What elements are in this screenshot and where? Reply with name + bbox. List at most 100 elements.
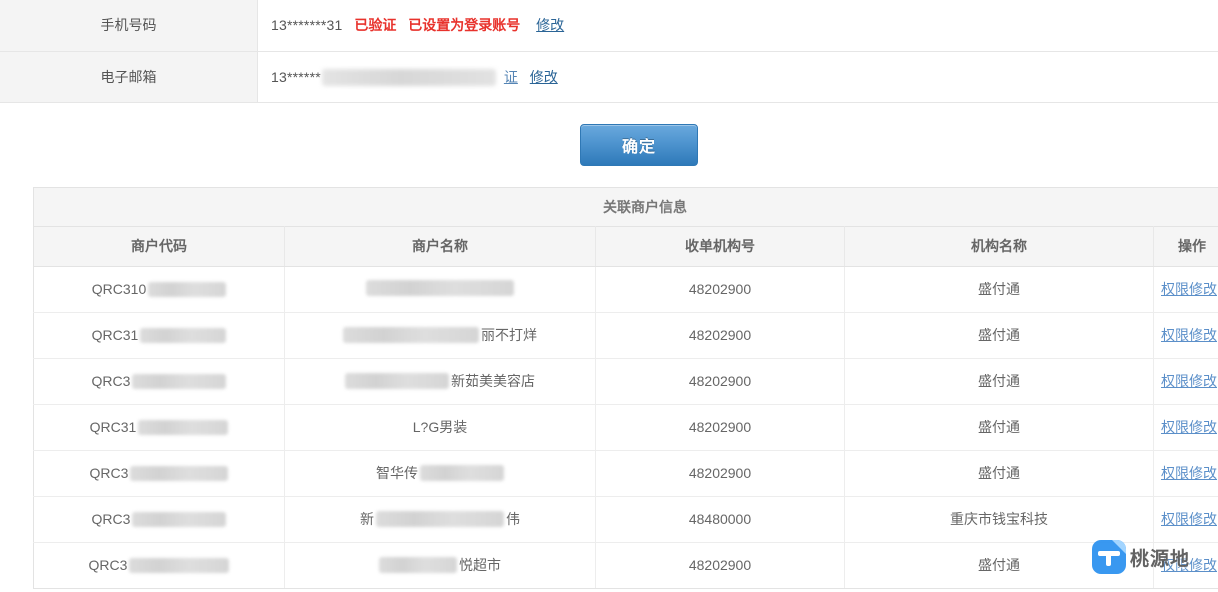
merchant-name-value: 新茹美美容店 [345, 371, 535, 391]
email-edit-link[interactable]: 修改 [530, 69, 558, 85]
merchant-code-redacted-block [140, 327, 227, 343]
merchant-code-value: QRC3 [89, 557, 230, 573]
merchant-table-caption: 关联商户信息 [33, 186, 1218, 226]
watermark-text: 桃源地 [1130, 548, 1191, 570]
phone-verified-badge: 已验证 [354, 17, 397, 34]
phone-edit-link[interactable]: 修改 [536, 17, 564, 33]
cell-action: 权限修改 [1153, 358, 1218, 405]
cell-merchant-name: L?G男装 [284, 404, 596, 451]
merchant-name-value: 悦超市 [379, 555, 501, 575]
merchant-code-redacted-block [129, 557, 230, 573]
permission-edit-link[interactable]: 权限修改 [1161, 281, 1217, 297]
cell-merchant-name: 新伟 [284, 496, 596, 543]
email-masked-value: 13****** [271, 68, 321, 85]
cell-acquirer-no: 48202900 [595, 404, 845, 451]
cell-org-name: 盛付通 [844, 404, 1154, 451]
merchant-name-suffix: 丽不打烊 [481, 326, 537, 343]
merchant-code-prefix: QRC310 [91, 281, 147, 297]
merchant-table: 关联商户信息 商户代码 商户名称 收单机构号 机构名称 操作 QRC310 482… [33, 186, 1218, 589]
cell-merchant-code: QRC310 [33, 266, 285, 313]
cell-acquirer-no: 48202900 [595, 266, 845, 313]
column-header-action: 操作 [1153, 225, 1218, 267]
permission-edit-link[interactable]: 权限修改 [1161, 419, 1217, 435]
merchant-name-redacted-block [420, 465, 504, 481]
phone-masked-value: 13*******31 [271, 17, 343, 34]
email-redacted-block [321, 69, 496, 87]
cell-action: 权限修改 [1153, 404, 1218, 451]
merchant-code-value: QRC3 [90, 465, 229, 481]
table-row: QRC3 智华传 48202900 盛付通 权限修改 [33, 450, 1218, 497]
cell-action: 权限修改 [1153, 312, 1218, 359]
cell-merchant-name: 新茹美美容店 [284, 358, 596, 405]
cell-merchant-name: 智华传 [284, 450, 596, 497]
cell-acquirer-no: 48202900 [595, 542, 845, 589]
cell-acquirer-no: 48202900 [595, 450, 845, 497]
merchant-code-prefix: QRC31 [91, 327, 139, 343]
column-header-merchant-code: 商户代码 [33, 225, 285, 267]
account-info-row-phone: 手机号码 13*******31 已验证 已设置为登录账号 修改 [0, 0, 1218, 52]
column-header-merchant-name: 商户名称 [284, 225, 596, 267]
merchant-name-value [366, 279, 514, 296]
cell-org-name: 盛付通 [844, 312, 1154, 359]
merchant-name-redacted-block [376, 511, 504, 527]
merchant-name-prefix: 新 [360, 511, 374, 527]
merchant-name-value: L?G男装 [413, 417, 467, 437]
confirm-button[interactable]: 确定 [580, 123, 698, 166]
cell-org-name: 盛付通 [844, 266, 1154, 313]
merchant-name-redacted-block [343, 326, 479, 343]
merchant-code-redacted-block [132, 373, 227, 389]
watermark-logo-tstem [1106, 553, 1111, 566]
merchant-name-redacted-block [366, 279, 514, 296]
merchant-table-container: 关联商户信息 商户代码 商户名称 收单机构号 机构名称 操作 QRC310 482… [33, 186, 1218, 589]
merchant-code-redacted-block [130, 465, 229, 481]
column-header-org-name: 机构名称 [844, 225, 1154, 267]
phone-value-cell: 13*******31 已验证 已设置为登录账号 修改 [257, 0, 1218, 52]
column-header-acquirer-no: 收单机构号 [595, 225, 845, 267]
merchant-code-prefix: QRC3 [89, 465, 129, 481]
permission-edit-link[interactable]: 权限修改 [1161, 511, 1217, 527]
email-verify-link[interactable]: 证 [504, 69, 518, 85]
merchant-name-redacted-block [345, 372, 449, 389]
phone-login-account-badge: 已设置为登录账号 [408, 17, 521, 34]
table-row: QRC31 丽不打烊 48202900 盛付通 权限修改 [33, 312, 1218, 359]
merchant-name-redacted-block [379, 556, 457, 573]
merchant-code-value: QRC31 [92, 327, 227, 343]
account-info-row-email: 电子邮箱 13****** 证 修改 [0, 51, 1218, 103]
table-row: QRC310 48202900 盛付通 权限修改 [33, 266, 1218, 313]
merchant-code-prefix: QRC3 [91, 511, 131, 527]
permission-edit-link[interactable]: 权限修改 [1161, 373, 1217, 389]
cell-org-name: 重庆市钱宝科技 [844, 496, 1154, 543]
merchant-table-body: QRC310 48202900 盛付通 权限修改 QRC31 丽不打烊 48202900 盛付… [33, 266, 1218, 589]
merchant-code-redacted-block [132, 511, 227, 527]
cell-action: 权限修改 [1153, 450, 1218, 497]
table-row: QRC31 L?G男装 48202900 盛付通 权限修改 [33, 404, 1218, 451]
table-row: QRC3 悦超市 48202900 盛付通 权限修改 [33, 542, 1218, 589]
cell-merchant-code: QRC3 [33, 450, 285, 497]
cell-action: 权限修改 [1153, 496, 1218, 543]
merchant-name-value: 新伟 [360, 509, 520, 529]
permission-edit-link[interactable]: 权限修改 [1161, 327, 1217, 343]
merchant-code-value: QRC3 [92, 511, 227, 527]
email-value-cell: 13****** 证 修改 [257, 51, 1218, 103]
merchant-code-value: QRC310 [91, 281, 227, 297]
watermark: 桃源地 [1092, 540, 1190, 574]
cell-merchant-name [284, 266, 596, 313]
merchant-name-prefix: L?G男装 [412, 419, 468, 435]
permission-edit-link[interactable]: 权限修改 [1161, 465, 1217, 481]
merchant-name-suffix: 新茹美美容店 [451, 372, 535, 389]
cell-action: 权限修改 [1153, 266, 1218, 313]
table-row: QRC3 新茹美美容店 48202900 盛付通 权限修改 [33, 358, 1218, 405]
merchant-name-prefix: 智华传 [376, 465, 418, 481]
merchant-name-value: 丽不打烊 [343, 325, 537, 345]
confirm-button-container: 确定 [0, 103, 1218, 187]
merchant-code-value: QRC31 [90, 419, 229, 435]
merchant-name-value: 智华传 [376, 463, 504, 483]
merchant-name-suffix: 悦超市 [459, 556, 501, 573]
merchant-code-prefix: QRC3 [91, 373, 131, 389]
cell-merchant-name: 丽不打烊 [284, 312, 596, 359]
cell-merchant-name: 悦超市 [284, 542, 596, 589]
merchant-table-header-row: 商户代码 商户名称 收单机构号 机构名称 操作 [33, 225, 1218, 267]
merchant-code-prefix: QRC3 [88, 557, 128, 573]
account-info-body: 手机号码 13*******31 已验证 已设置为登录账号 修改 电子邮箱 13… [0, 0, 1218, 103]
cell-merchant-code: QRC3 [33, 358, 285, 405]
